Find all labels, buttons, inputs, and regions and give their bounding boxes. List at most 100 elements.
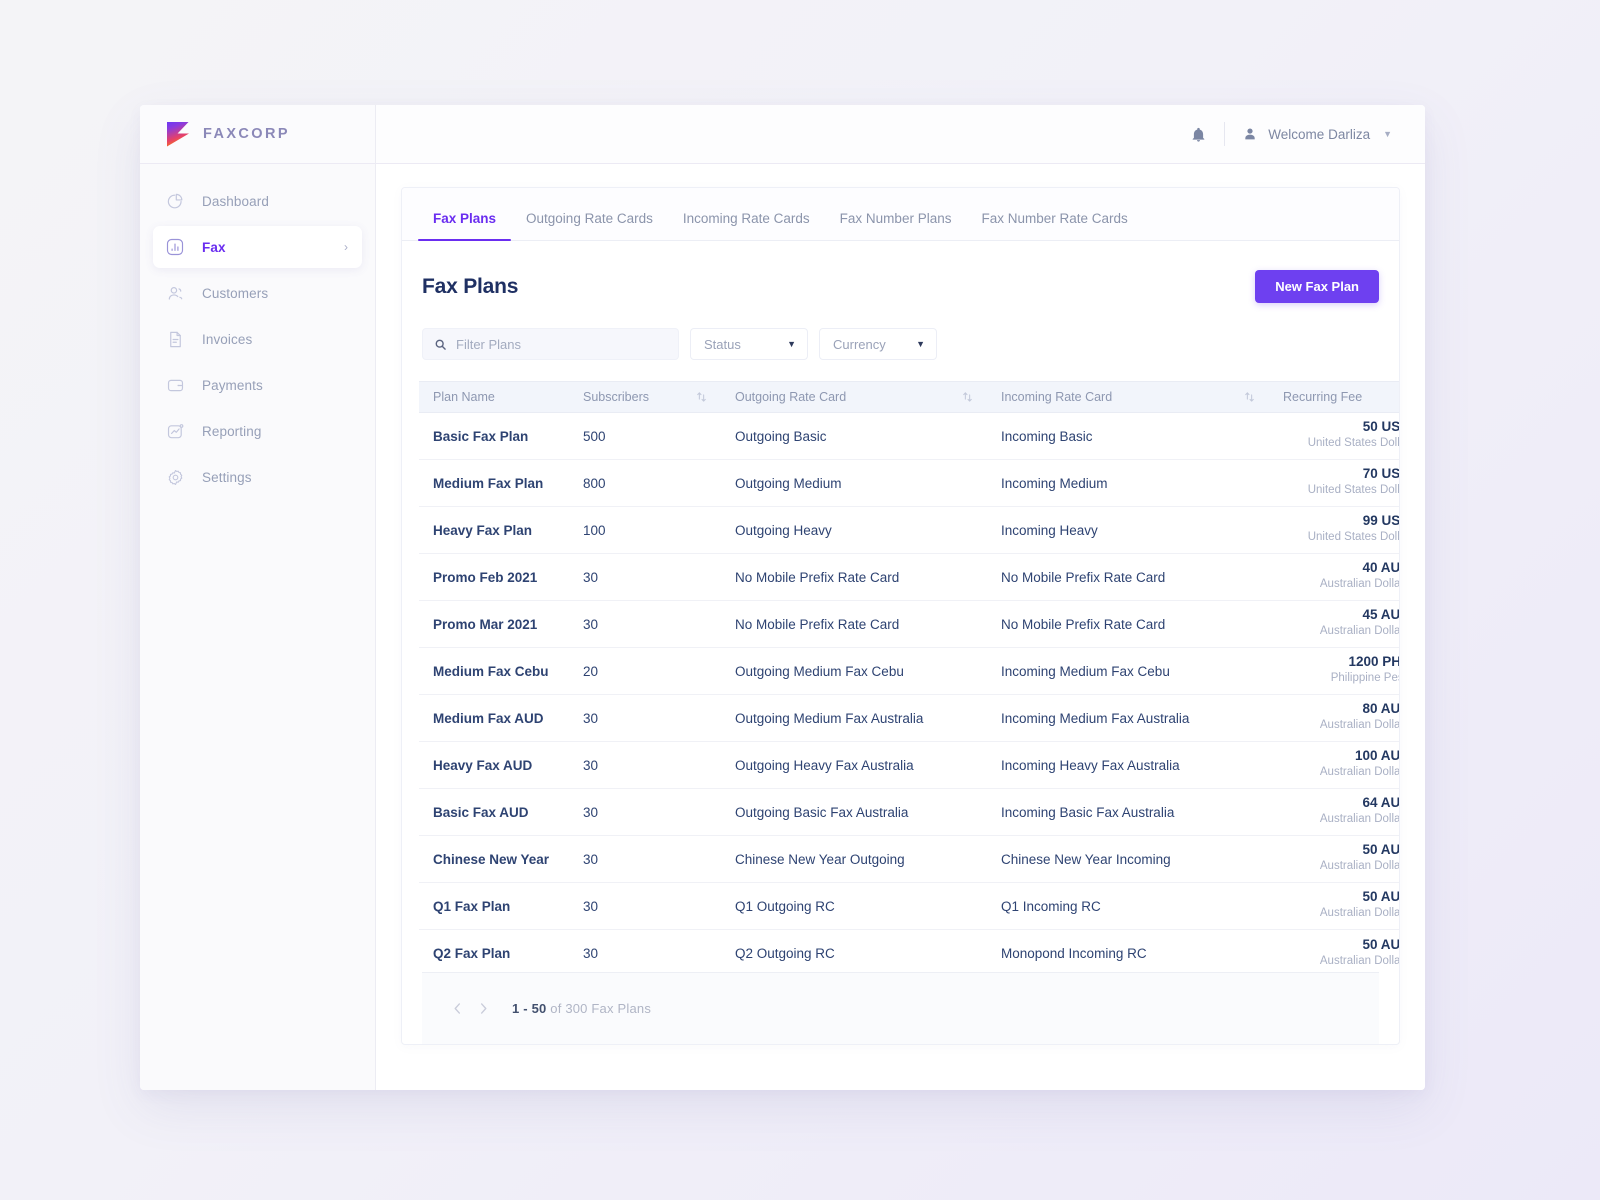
status-filter-label: Status (704, 336, 741, 352)
cell-recurring-fee: 50 AUD Australian Dollars (1269, 835, 1399, 883)
pagination-info: 1 - 50 of 300 Fax Plans (512, 1001, 651, 1016)
cell-outgoing-rate-card: Outgoing Heavy Fax Australia (721, 741, 987, 789)
fee-currency: United States Dollar (1307, 531, 1400, 544)
search-icon (434, 338, 447, 351)
user-menu[interactable]: Welcome Darliza ▼ (1242, 126, 1392, 142)
fee-currency: Australian Dollars (1319, 766, 1400, 779)
sidebar-item-invoices[interactable]: Invoices (153, 318, 362, 360)
currency-filter-select[interactable]: Currency ▼ (819, 328, 937, 360)
column-recurring-fee[interactable]: Recurring Fee (1269, 381, 1399, 413)
filters-bar: Status ▼ Currency ▼ (419, 328, 1382, 360)
sidebar-item-settings[interactable]: Settings (153, 456, 362, 498)
table-row[interactable]: Heavy Fax Plan 100 Outgoing Heavy Incoming … (419, 506, 1400, 554)
bell-icon[interactable] (1190, 126, 1207, 143)
sidebar-item-label: Invoices (202, 331, 253, 347)
cell-outgoing-rate-card: Q1 Outgoing RC (721, 882, 987, 930)
sidebar: FAXCORP Dashboard Fax › Customers Invoic… (140, 105, 376, 1090)
sidebar-item-label: Fax (202, 239, 226, 255)
fee-amount: 50 AUD (1362, 889, 1400, 905)
fee-currency: Australian Dollars (1319, 625, 1400, 638)
filter-plans-search[interactable] (422, 328, 679, 360)
cell-subscribers: 30 (569, 741, 721, 789)
table-row[interactable]: Q1 Fax Plan 30 Q1 Outgoing RC Q1 Incoming R… (419, 882, 1400, 930)
tab-outgoing-rate-cards[interactable]: Outgoing Rate Cards (511, 211, 668, 240)
cell-plan-name: Medium Fax AUD (419, 694, 569, 742)
cell-recurring-fee: 70 USD United States Dollar (1269, 459, 1399, 507)
pagination-range: 1 - 50 (512, 1001, 547, 1016)
brand[interactable]: FAXCORP (140, 105, 375, 164)
chevron-left-icon[interactable] (444, 996, 470, 1022)
tab-fax-number-plans[interactable]: Fax Number Plans (825, 211, 967, 240)
tab-fax-number-rate-cards[interactable]: Fax Number Rate Cards (966, 211, 1142, 240)
fee-currency: Australian Dollars (1319, 719, 1400, 732)
cell-recurring-fee: 64 AUD Australian Dollars (1269, 788, 1400, 836)
fee-amount: 80 AUD (1362, 701, 1400, 717)
fee-currency: Australian Dollars (1319, 813, 1400, 826)
panel-body: Fax Plans New Fax Plan Filter Plans Stat… (402, 241, 1399, 1044)
sidebar-item-payments[interactable]: Payments (153, 364, 362, 406)
sidebar-item-customers[interactable]: Customers (153, 272, 362, 314)
sort-icon[interactable] (962, 391, 973, 403)
table-header-row: Plan Name Subscribers Outgoing Rate Card… (419, 381, 1399, 413)
cell-plan-name: Medium Fax Plan (419, 459, 569, 507)
user-greeting: Welcome Darliza (1268, 126, 1371, 142)
sort-icon[interactable] (1244, 391, 1255, 403)
status-filter-select[interactable]: Status ▼ (690, 328, 808, 360)
table-row[interactable]: Chinese New Year 30 Chinese New Year Outgo… (419, 835, 1399, 883)
cell-plan-name: Heavy Fax AUD (419, 741, 569, 789)
line-chart-icon (164, 420, 186, 442)
cell-subscribers: 800 (569, 459, 721, 507)
fee-amount: 64 AUD (1362, 795, 1400, 811)
search-input[interactable] (456, 336, 667, 352)
fee-currency: Australian Dollars (1319, 578, 1400, 591)
cell-subscribers: 30 (569, 835, 721, 883)
page-title: Fax Plans (422, 274, 519, 298)
column-plan-name: Plan Name (419, 381, 569, 413)
cell-outgoing-rate-card: Outgoing Heavy (721, 506, 987, 554)
fax-plans-table: Plan Name Subscribers Outgoing Rate Card… (419, 381, 1400, 977)
table-row[interactable]: Heavy Fax AUD 30 Outgoing Heavy Fax Austra… (419, 741, 1400, 789)
cell-plan-name: Q1 Fax Plan (419, 882, 569, 930)
currency-filter-label: Currency (833, 336, 886, 352)
cell-subscribers: 30 (569, 600, 721, 648)
column-incoming-rate-card[interactable]: Incoming Rate Card (987, 381, 1269, 413)
fax-plans-panel: Fax Plans Outgoing Rate Cards Incoming R… (401, 187, 1400, 1045)
fee-currency: Philippine Peso (1330, 672, 1399, 685)
sidebar-item-label: Settings (202, 469, 252, 485)
table-row[interactable]: Medium Fax AUD 30 Outgoing Medium Fax Aust… (419, 694, 1400, 742)
sort-icon[interactable] (696, 391, 707, 403)
table-row[interactable]: Medium Fax Cebu 20 Outgoing Medium Fax Ceb… (419, 647, 1399, 695)
table-row[interactable]: Basic Fax Plan 500 Outgoing Basic Incoming … (419, 412, 1399, 460)
user-avatar-icon (1242, 126, 1258, 142)
cell-recurring-fee: 1200 PHP Philippine Peso (1269, 647, 1399, 695)
cell-subscribers: 30 (569, 694, 721, 742)
cell-plan-name: Basic Fax AUD (419, 788, 569, 836)
table-row[interactable]: Basic Fax AUD 30 Outgoing Basic Fax Austra… (419, 788, 1400, 836)
app-window: FAXCORP Dashboard Fax › Customers Invoic… (140, 105, 1425, 1090)
tab-incoming-rate-cards[interactable]: Incoming Rate Cards (668, 211, 825, 240)
table-row[interactable]: Q2 Fax Plan 30 Q2 Outgoing RC Monopond Inco… (419, 930, 1399, 977)
sidebar-item-dashboard[interactable]: Dashboard (153, 180, 362, 222)
table-row[interactable]: Promo Feb 2021 30 No Mobile Prefix Rate Ca… (419, 553, 1400, 601)
cell-outgoing-rate-card: Outgoing Medium (721, 459, 987, 507)
cell-plan-name: Basic Fax Plan (419, 412, 569, 460)
gear-icon (164, 466, 186, 488)
sidebar-item-reporting[interactable]: Reporting (153, 410, 362, 452)
table-row[interactable]: Promo Mar 2021 30 No Mobile Prefix Rate Ca… (419, 600, 1400, 648)
sidebar-item-label: Dashboard (202, 193, 269, 209)
column-outgoing-rate-card[interactable]: Outgoing Rate Card (721, 381, 987, 413)
sidebar-item-fax[interactable]: Fax › (153, 226, 362, 268)
column-subscribers[interactable]: Subscribers (569, 381, 721, 413)
cell-plan-name: Heavy Fax Plan (419, 506, 569, 554)
main-area: Welcome Darliza ▼ Fax Plans Outgoing Rat… (376, 105, 1425, 1090)
cell-recurring-fee: 45 AUD Australian Dollars (1269, 600, 1400, 648)
cell-subscribers: 20 (569, 647, 721, 695)
chevron-right-icon[interactable] (470, 996, 496, 1022)
cell-outgoing-rate-card: Outgoing Basic Fax Australia (721, 788, 987, 836)
fee-amount: 100 AUD (1354, 748, 1400, 764)
tab-fax-plans[interactable]: Fax Plans (418, 211, 512, 241)
fee-amount: 40 AUD (1362, 560, 1400, 576)
table-row[interactable]: Medium Fax Plan 800 Outgoing Medium Incomin… (419, 459, 1399, 507)
cell-incoming-rate-card: No Mobile Prefix Rate Card (987, 553, 1269, 601)
new-fax-plan-button[interactable]: New Fax Plan (1255, 270, 1379, 303)
